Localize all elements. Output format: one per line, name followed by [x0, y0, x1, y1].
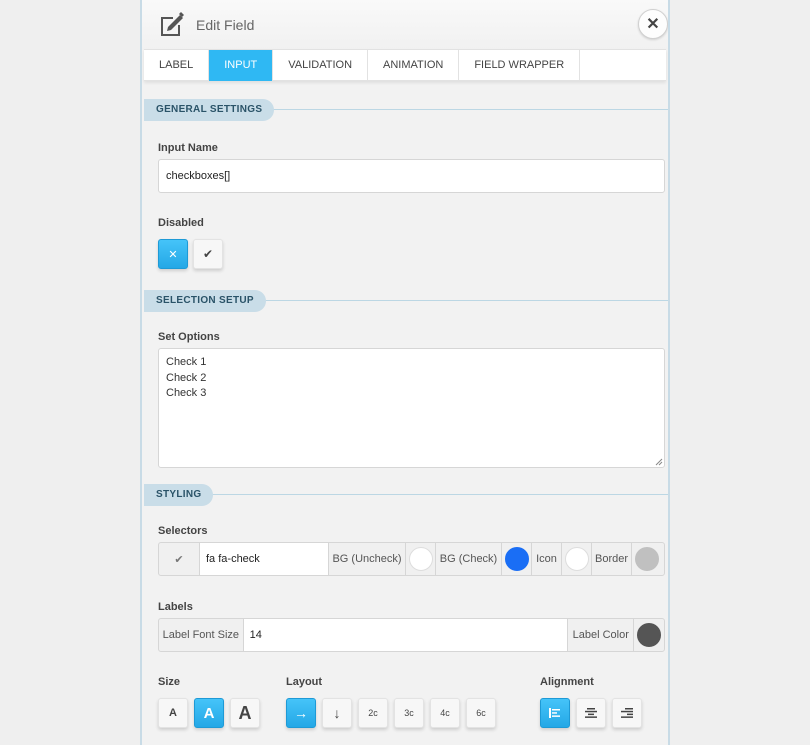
align-right-icon [621, 708, 633, 718]
labels-group: Label Font Size 14 Label Color [158, 618, 665, 652]
layout-option-label: 2c [368, 708, 378, 718]
label-font-size-input[interactable]: 14 [243, 619, 569, 651]
size-option-label: A [203, 704, 215, 722]
label-color-label: Label Color [568, 619, 635, 651]
selectors-group: ✔ fa fa-check BG (Uncheck) BG (Check) Ic… [158, 542, 665, 576]
bg-uncheck-cell [406, 543, 436, 575]
check-icon-cell[interactable]: ✔ [159, 543, 200, 575]
align-left-icon [549, 708, 560, 718]
label-font-size-label: Label Font Size [159, 619, 244, 651]
icon-color-cell [562, 543, 592, 575]
bg-check-cell [502, 543, 532, 575]
tab-field-wrapper[interactable]: FIELD WRAPPER [459, 50, 581, 81]
close-button[interactable]: ✕ [638, 9, 668, 39]
icon-color-label: Icon [532, 543, 562, 575]
alignment-label: Alignment [540, 676, 594, 688]
label-color-cell [634, 619, 664, 651]
layout-label: Layout [286, 676, 323, 688]
bg-check-label: BG (Check) [436, 543, 502, 575]
styling-header: STYLING [144, 484, 668, 506]
section-title: GENERAL SETTINGS [144, 99, 275, 121]
check-icon: ✔ [174, 553, 184, 566]
arrow-down-icon: ↓ [333, 705, 341, 721]
input-name-label: Input Name [158, 142, 218, 154]
label-color-swatch[interactable] [637, 623, 662, 647]
bg-uncheck-label: BG (Uncheck) [329, 543, 406, 575]
icon-color-swatch[interactable] [564, 547, 589, 571]
labels-label: Labels [158, 601, 193, 613]
tab-input[interactable]: INPUT [209, 50, 274, 81]
layout-horizontal-button[interactable]: → [286, 698, 316, 728]
option-line: Check 1 [166, 356, 207, 368]
border-color-label: Border [592, 543, 632, 575]
close-icon: ✕ [646, 16, 660, 33]
option-line: Check 3 [166, 387, 207, 399]
size-option-label: A [238, 702, 252, 723]
edit-icon [161, 12, 184, 36]
section-title: SELECTION SETUP [144, 290, 266, 312]
disabled-off-button[interactable]: ✕ [158, 239, 188, 269]
layout-6c-button[interactable]: 6c [466, 698, 496, 728]
align-right-button[interactable] [612, 698, 642, 728]
layout-option-label: 4c [440, 708, 450, 718]
size-label: Size [158, 676, 181, 688]
set-options-label: Set Options [158, 331, 220, 343]
disabled-label: Disabled [158, 217, 204, 229]
bg-check-color-swatch[interactable] [504, 547, 529, 571]
tab-bar: LABEL INPUT VALIDATION ANIMATION FIELD W… [144, 49, 666, 81]
options-textarea[interactable]: Check 1 Check 2 Check 3 [158, 348, 665, 468]
close-icon: ✕ [168, 248, 178, 261]
input-name-field[interactable]: checkboxes[] [158, 159, 665, 193]
layout-vertical-button[interactable]: ↓ [322, 698, 352, 728]
tab-validation[interactable]: VALIDATION [273, 50, 369, 81]
layout-2c-button[interactable]: 2c [358, 698, 388, 728]
layout-option-label: 3c [404, 708, 414, 718]
tab-label[interactable]: LABEL [144, 50, 210, 81]
align-left-button[interactable] [540, 698, 570, 728]
panel-header: Edit Field ✕ [142, 0, 668, 50]
align-center-icon [585, 708, 597, 718]
disabled-on-button[interactable]: ✔ [193, 239, 223, 269]
size-medium-button[interactable]: A [194, 698, 224, 728]
general-settings-header: GENERAL SETTINGS [144, 99, 668, 121]
size-option-label: A [169, 707, 177, 719]
layout-4c-button[interactable]: 4c [430, 698, 460, 728]
selectors-label: Selectors [158, 525, 208, 537]
option-line: Check 2 [166, 371, 207, 384]
size-small-button[interactable]: A [158, 698, 188, 728]
layout-3c-button[interactable]: 3c [394, 698, 424, 728]
edit-field-panel: Edit Field ✕ LABEL INPUT VALIDATION ANIM… [140, 0, 670, 745]
layout-option-label: 6c [476, 708, 486, 718]
section-title: STYLING [144, 484, 214, 506]
border-color-cell [632, 543, 662, 575]
border-color-swatch[interactable] [635, 547, 659, 571]
arrow-right-icon: → [294, 705, 308, 721]
selection-setup-header: SELECTION SETUP [144, 290, 668, 312]
tab-animation[interactable]: ANIMATION [368, 50, 460, 81]
resize-grip-icon[interactable] [655, 458, 663, 466]
bg-uncheck-color-swatch[interactable] [408, 547, 433, 571]
check-icon: ✔ [202, 247, 214, 261]
align-center-button[interactable] [576, 698, 606, 728]
panel-title: Edit Field [196, 17, 255, 33]
icon-class-input[interactable]: fa fa-check [200, 543, 329, 575]
size-large-button[interactable]: A [230, 698, 260, 728]
